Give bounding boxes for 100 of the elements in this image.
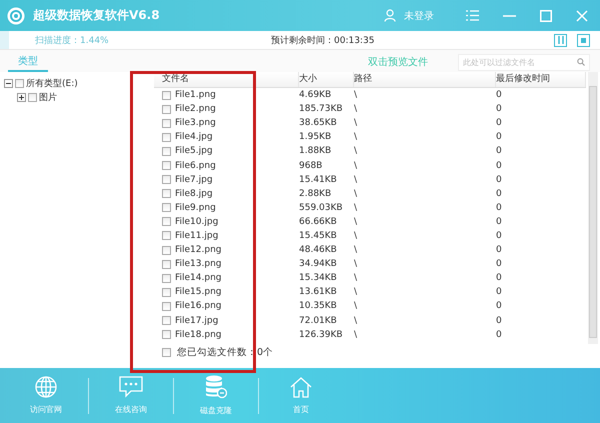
file-path: \ <box>354 287 358 298</box>
modified-time: 0 <box>496 230 503 241</box>
file-name: File2.png <box>175 104 216 114</box>
scrollbar[interactable] <box>588 72 598 344</box>
modified-time: 0 <box>496 118 503 128</box>
checkbox[interactable] <box>162 161 171 170</box>
file-name: File17.jpg <box>175 316 218 326</box>
file-size: 1.95KB <box>299 132 332 142</box>
checkbox[interactable] <box>162 217 171 226</box>
file-path: \ <box>354 118 358 128</box>
checkbox[interactable] <box>28 92 37 102</box>
file-path: \ <box>354 160 358 171</box>
window-title: 超级数据恢复软件V6.8 <box>33 7 160 24</box>
file-path: \ <box>354 132 358 142</box>
column-header[interactable]: 最后修改时间 <box>496 72 586 87</box>
checkbox[interactable] <box>162 348 171 357</box>
modified-time: 0 <box>496 330 503 340</box>
checkbox[interactable] <box>162 132 171 142</box>
file-size: 15.34KB <box>299 273 338 284</box>
file-name: File6.png <box>175 160 216 171</box>
file-name: File4.jpg <box>175 132 213 142</box>
search-icon <box>577 58 585 66</box>
checkbox[interactable] <box>162 316 171 326</box>
search-field[interactable]: 此处可以过滤文件名 <box>458 54 590 70</box>
remaining-time: 预计剩余时间：00:13:35 <box>271 34 376 46</box>
checkbox[interactable] <box>162 330 171 340</box>
minimize-button[interactable] <box>501 12 518 18</box>
file-name: File15.png <box>175 287 222 298</box>
file-path: \ <box>354 104 358 114</box>
file-size: 126.39KB <box>299 330 344 340</box>
checkbox[interactable] <box>162 104 171 114</box>
file-path: \ <box>354 316 358 326</box>
file-name: File9.png <box>175 202 216 213</box>
file-name: File10.jpg <box>175 216 218 227</box>
modified-time: 0 <box>496 104 503 114</box>
checkbox[interactable] <box>162 260 171 269</box>
file-size: 4.69KB <box>299 90 332 100</box>
database-icon <box>205 375 227 399</box>
maximize-button[interactable] <box>538 8 554 24</box>
file-path: \ <box>354 330 358 340</box>
file-size: 38.65KB <box>299 118 338 128</box>
logo-icon <box>7 6 25 24</box>
file-path: \ <box>354 301 358 312</box>
checkbox[interactable] <box>162 175 171 184</box>
stop-button[interactable] <box>577 34 590 46</box>
modified-time: 0 <box>496 188 503 199</box>
modified-time: 0 <box>496 316 503 326</box>
close-button[interactable] <box>574 8 590 24</box>
column-header[interactable]: 路径 <box>354 72 496 87</box>
file-size: 15.45KB <box>299 230 338 241</box>
file-name: File12.png <box>175 245 222 256</box>
checkbox[interactable] <box>162 246 171 255</box>
column-header[interactable]: 大小 <box>299 72 354 87</box>
tree-label[interactable]: 图片 <box>39 90 57 104</box>
modified-time: 0 <box>496 287 503 298</box>
checkbox[interactable] <box>162 288 171 297</box>
modified-time: 0 <box>496 132 503 142</box>
file-size: 15.41KB <box>299 174 338 185</box>
checkbox[interactable] <box>162 146 171 156</box>
file-path: \ <box>354 245 358 256</box>
maximize-icon <box>540 10 552 22</box>
file-name: File13.png <box>175 259 222 270</box>
checkbox[interactable] <box>162 231 171 240</box>
modified-time: 0 <box>496 160 503 171</box>
pause-button[interactable] <box>554 34 567 46</box>
file-name: File18.png <box>175 330 222 340</box>
checkbox[interactable] <box>162 274 171 283</box>
file-name: File16.png <box>175 301 222 312</box>
file-path: \ <box>354 202 358 213</box>
modified-time: 0 <box>496 216 503 227</box>
stop-icon <box>581 38 586 42</box>
file-path: \ <box>354 146 358 156</box>
file-name: File8.jpg <box>175 188 213 199</box>
checkbox[interactable] <box>162 118 171 128</box>
modified-time: 0 <box>496 174 503 185</box>
file-path: \ <box>354 216 358 227</box>
collapse-icon[interactable] <box>4 78 13 88</box>
file-name: File3.png <box>175 118 216 128</box>
file-size: 185.73KB <box>299 104 344 114</box>
file-size: 34.94KB <box>299 259 338 270</box>
checkbox[interactable] <box>15 78 24 88</box>
file-size: 2.88KB <box>299 188 332 199</box>
file-name: File1.png <box>175 90 216 100</box>
expand-icon[interactable] <box>17 92 26 102</box>
file-path: \ <box>354 230 358 241</box>
checkbox[interactable] <box>162 90 171 100</box>
checkbox[interactable] <box>162 302 171 311</box>
file-size: 10.35KB <box>299 301 338 312</box>
file-size: 968B <box>299 160 324 171</box>
column-header[interactable]: 文件名 <box>154 72 299 87</box>
file-name: File11.jpg <box>175 230 218 241</box>
checkbox[interactable] <box>162 203 171 212</box>
close-icon <box>576 10 588 22</box>
file-name: File5.jpg <box>175 146 213 156</box>
menu-button[interactable] <box>464 8 481 23</box>
file-name: File7.jpg <box>175 174 213 185</box>
checkbox[interactable] <box>162 189 171 198</box>
tree-label[interactable]: 所有类型(E:) <box>26 76 78 90</box>
file-size: 72.01KB <box>299 316 338 326</box>
file-path: \ <box>354 188 358 199</box>
